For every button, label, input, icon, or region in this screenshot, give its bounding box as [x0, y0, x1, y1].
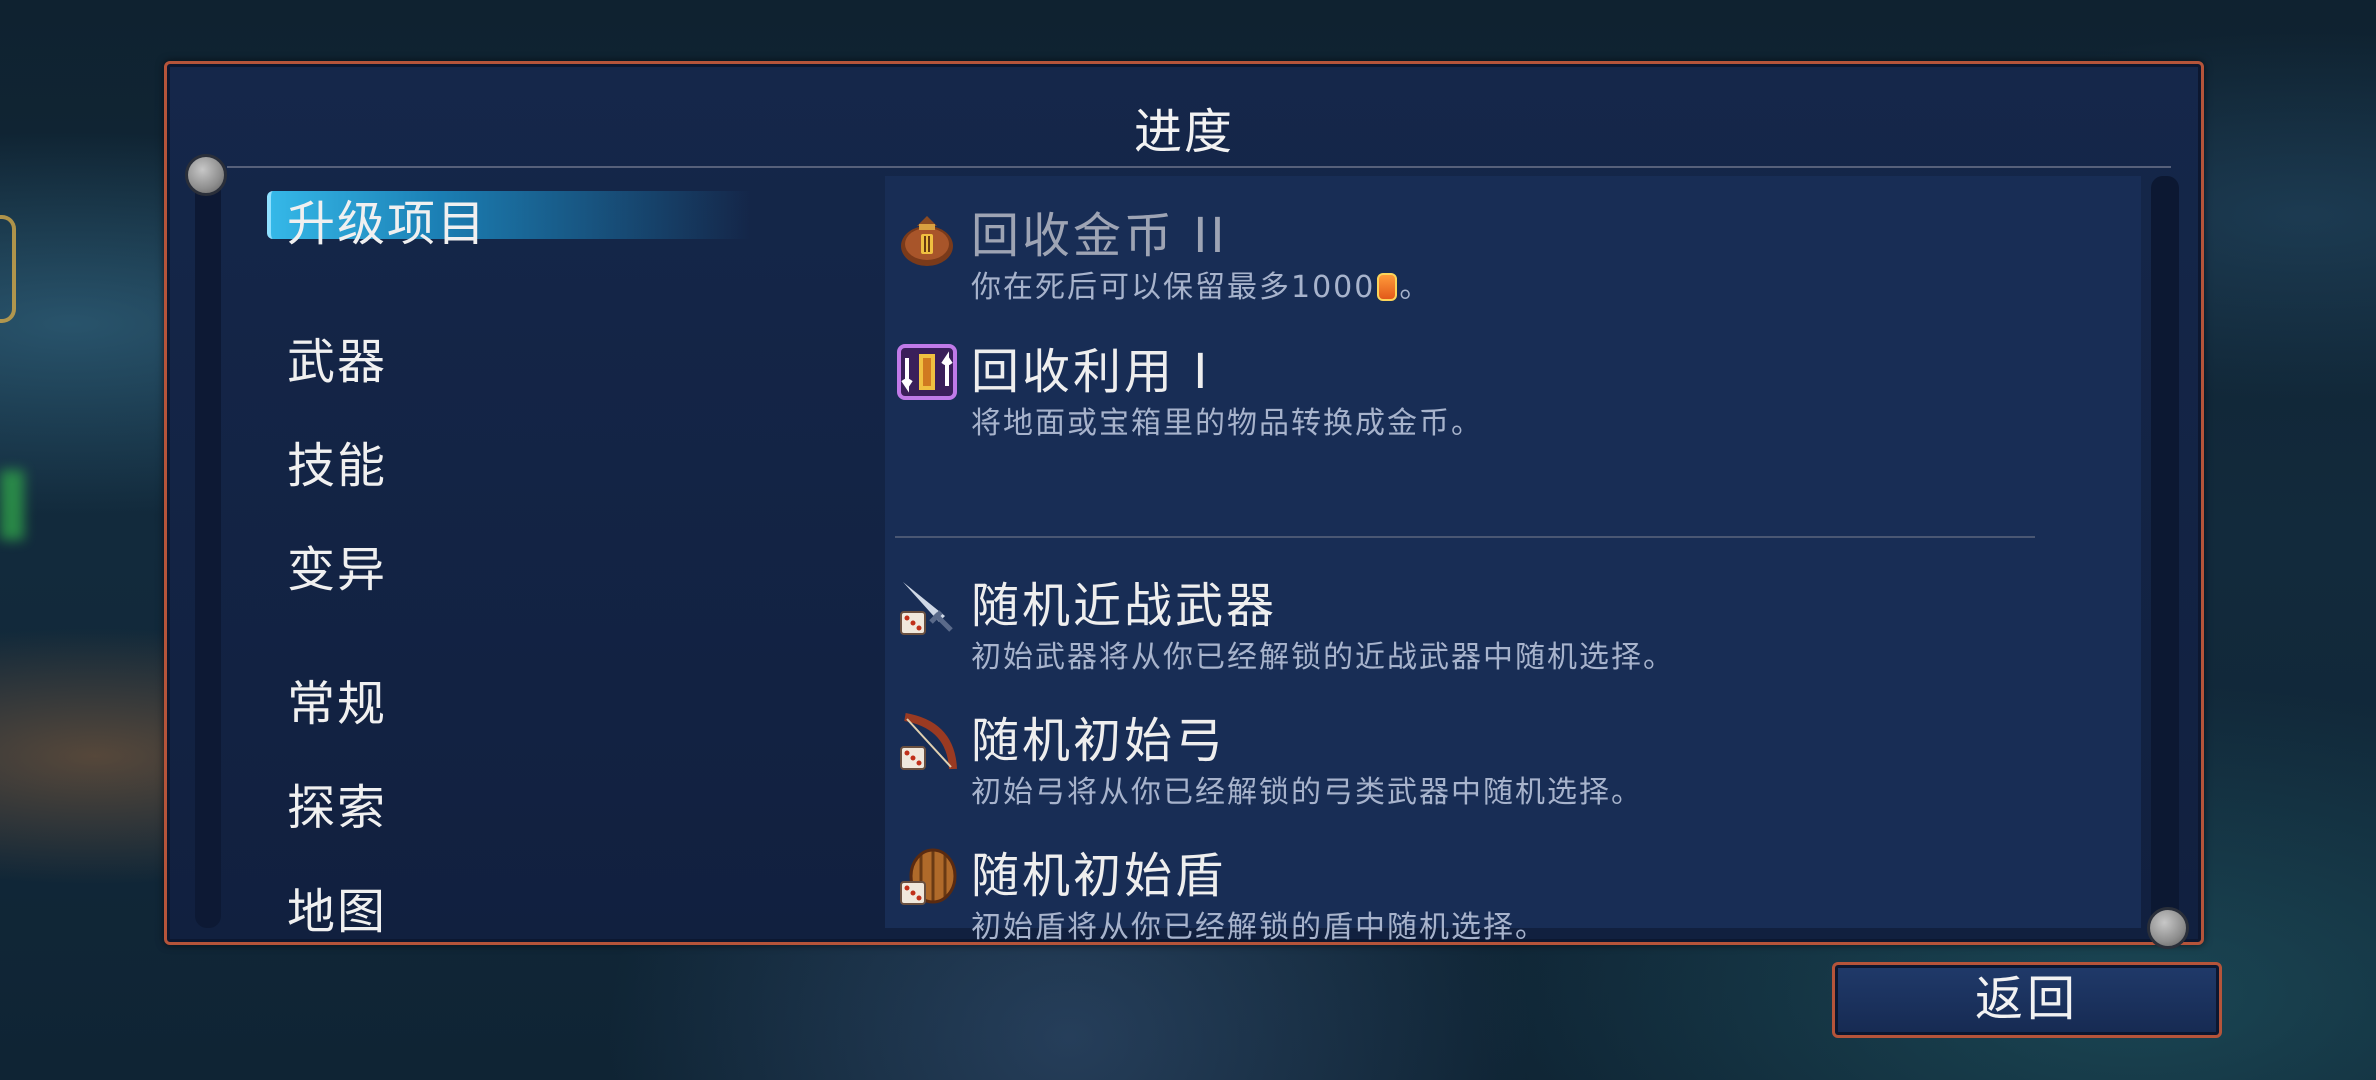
list-item[interactable]: 随机初始盾 初始盾将从你已经解锁的盾中随机选择。: [885, 836, 2141, 946]
list-item[interactable]: 回收利用 I 将地面或宝箱里的物品转换成金币。: [885, 332, 2141, 442]
list-item[interactable]: 回收金币 II 你在死后可以保留最多1000。: [885, 196, 2141, 306]
entry-name: 随机近战武器: [971, 578, 1278, 634]
progress-panel: 进度 升级项目 武器 技能 变异 常规 探索 地图 回收金币 II 你在死后可以…: [164, 61, 2204, 949]
entry-name: 回收金币 II: [971, 208, 1228, 264]
nav-scrollbar-track[interactable]: [195, 176, 221, 928]
panel-title: 进度: [1133, 104, 1234, 160]
random-sword-icon: [900, 582, 953, 635]
recycle-scroll-icon: [897, 344, 957, 400]
entry-description: 初始武器将从你已经解锁的近战武器中随机选择。: [971, 640, 1675, 675]
entry-description: 初始弓将从你已经解锁的弓类武器中随机选择。: [971, 775, 1643, 810]
gold-coin-icon: [1377, 273, 1398, 301]
entry-description: 你在死后可以保留最多1000。: [971, 270, 1432, 305]
scrollbar-handle[interactable]: [2147, 907, 2189, 949]
background-hud-hex: [0, 215, 16, 323]
random-shield-icon: [900, 848, 957, 905]
entry-name: 随机初始弓: [971, 713, 1227, 769]
list-item[interactable]: 随机初始弓 初始弓将从你已经解锁的弓类武器中随机选择。: [885, 701, 2141, 811]
nav-item-mutations[interactable]: 变异: [287, 530, 387, 600]
corner-bolt-icon: [185, 154, 227, 196]
upgrade-list: 回收金币 II 你在死后可以保留最多1000。 回收利用 I 将地面或宝箱里的物…: [885, 176, 2141, 945]
list-item[interactable]: 随机近战武器 初始武器将从你已经解锁的近战武器中随机选择。: [885, 566, 2141, 676]
nav-item-map[interactable]: 地图: [287, 872, 387, 942]
entry-name: 随机初始盾: [971, 848, 1227, 904]
title-divider: [227, 166, 2171, 168]
back-button[interactable]: 返回: [1832, 962, 2222, 1038]
nav-item-weapons[interactable]: 武器: [287, 322, 387, 392]
nav-item-upgrades[interactable]: 升级项目: [287, 184, 487, 254]
nav-item-general[interactable]: 常规: [287, 664, 387, 734]
gold-bag-icon: [901, 216, 953, 266]
list-scrollbar-track[interactable]: [2151, 176, 2179, 928]
nav-item-skills[interactable]: 技能: [287, 426, 387, 496]
random-bow-icon: [900, 713, 957, 770]
nav-item-exploration[interactable]: 探索: [287, 768, 387, 838]
background-glow: [0, 470, 24, 540]
section-divider: [895, 536, 2035, 538]
entry-name: 回收利用 I: [971, 344, 1211, 400]
entry-description: 初始盾将从你已经解锁的盾中随机选择。: [971, 910, 1547, 945]
entry-description: 将地面或宝箱里的物品转换成金币。: [971, 406, 1483, 441]
